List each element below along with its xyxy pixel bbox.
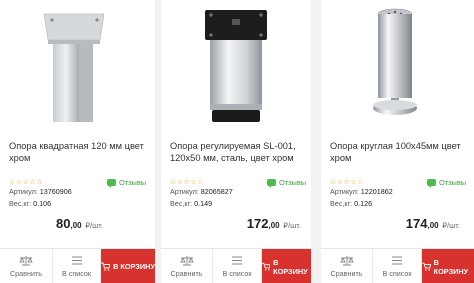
compare-label: Сравнить — [9, 269, 43, 278]
cart-icon — [262, 262, 271, 271]
compare-label: Сравнить — [170, 269, 203, 278]
article-row: Артикул: 12201862 — [330, 187, 393, 196]
weight-label: Вес,кг: — [330, 199, 353, 208]
chat-icon — [267, 179, 276, 188]
price-unit: ₽/шт. — [283, 221, 301, 230]
cart-label: В КОРЗИНУ — [273, 257, 308, 276]
price-cents: ,00 — [427, 221, 439, 230]
add-to-cart-button[interactable]: В КОРЗИНУ — [101, 249, 155, 283]
article-value: 12201862 — [360, 187, 393, 196]
chat-icon — [107, 179, 116, 188]
article-value: 82065827 — [200, 187, 233, 196]
article-label: Артикул: — [170, 187, 199, 196]
weight-label: Вес,кг: — [170, 199, 193, 208]
product-card: Опора регулируемая SL-001, 120х50 мм, ст… — [161, 0, 311, 283]
reviews-label: Отзывы — [119, 178, 147, 187]
weight-row: Вес,кг: 0.149 — [170, 199, 212, 208]
action-bar: Сравнить В список В КОРЗИНУ — [161, 248, 311, 283]
price: 174,00 ₽/шт. — [406, 216, 460, 231]
price-cents: ,00 — [70, 221, 82, 230]
compare-button[interactable]: Сравнить — [161, 249, 213, 283]
price: 172,00 ₽/шт. — [247, 216, 301, 231]
product-card: Опора квадратная 120 мм цвет хром ☆☆☆☆☆ … — [0, 0, 155, 283]
weight-row: Вес,кг: 0.106 — [9, 199, 51, 208]
reviews-link[interactable]: Отзывы — [107, 178, 147, 188]
cart-icon — [101, 262, 111, 271]
add-to-cart-button[interactable]: В КОРЗИНУ — [262, 249, 311, 283]
article-row: Артикул: 82065827 — [170, 187, 233, 196]
weight-value: 0.106 — [33, 199, 52, 208]
action-bar: Сравнить В список В КОРЗИНУ — [321, 248, 474, 283]
product-title[interactable]: Опора регулируемая SL-001, 120х50 мм, ст… — [170, 140, 310, 164]
weight-value: 0.126 — [354, 199, 373, 208]
article-value: 13760906 — [39, 187, 72, 196]
compare-label: Сравнить — [330, 269, 363, 278]
square-leg-image — [43, 13, 105, 122]
action-bar: Сравнить В список В КОРЗИНУ — [0, 248, 155, 283]
add-to-list-button[interactable]: В список — [373, 249, 422, 283]
weight-row: Вес,кг: 0.126 — [330, 199, 372, 208]
add-to-list-button[interactable]: В список — [53, 249, 101, 283]
price-unit: ₽/шт. — [85, 221, 103, 230]
add-to-cart-button[interactable]: В КОРЗИНУ — [422, 249, 474, 283]
rating-stars: ☆☆☆☆☆ — [9, 179, 43, 186]
product-title[interactable]: Опора квадратная 120 мм цвет хром — [9, 140, 149, 164]
product-title[interactable]: Опора круглая 100х45мм цвет хром — [330, 140, 470, 164]
rating-stars: ☆☆☆☆☆ — [170, 179, 204, 186]
cart-label: В КОРЗИНУ — [113, 262, 155, 271]
price-unit: ₽/шт. — [442, 221, 460, 230]
list-icon — [392, 256, 402, 265]
cylinder-leg-image — [205, 10, 267, 122]
product-image[interactable] — [0, 0, 155, 128]
reviews-label: Отзывы — [279, 178, 307, 187]
list-icon — [71, 256, 82, 265]
compare-button[interactable]: Сравнить — [0, 249, 53, 283]
round-leg-image — [373, 8, 417, 115]
scales-icon — [339, 256, 354, 266]
weight-label: Вес,кг: — [9, 199, 32, 208]
list-icon — [232, 256, 242, 265]
compare-button[interactable]: Сравнить — [321, 249, 373, 283]
chat-icon — [427, 179, 436, 188]
price: 80,00 ₽/шт. — [56, 216, 103, 231]
article-label: Артикул: — [330, 187, 359, 196]
scales-icon — [19, 256, 33, 266]
product-card: Опора круглая 100х45мм цвет хром ☆☆☆☆☆ О… — [321, 0, 474, 283]
price-cents: ,00 — [268, 221, 280, 230]
price-main: 174 — [405, 216, 428, 231]
cart-label: В КОРЗИНУ — [433, 257, 469, 276]
product-image[interactable] — [161, 0, 311, 128]
list-label: В список — [61, 269, 92, 278]
reviews-link[interactable]: Отзывы — [267, 178, 307, 188]
list-label: В список — [222, 269, 252, 278]
reviews-link[interactable]: Отзывы — [427, 178, 467, 188]
add-to-list-button[interactable]: В список — [213, 249, 262, 283]
reviews-label: Отзывы — [439, 178, 467, 187]
weight-value: 0.149 — [194, 199, 213, 208]
price-main: 172 — [246, 216, 269, 231]
cart-icon — [422, 262, 431, 271]
price-main: 80 — [56, 216, 71, 231]
product-image[interactable] — [321, 0, 474, 128]
article-label: Артикул: — [9, 187, 38, 196]
article-row: Артикул: 13760906 — [9, 187, 72, 196]
product-grid: Опора квадратная 120 мм цвет хром ☆☆☆☆☆ … — [0, 0, 474, 283]
list-label: В список — [382, 269, 412, 278]
scales-icon — [179, 256, 194, 266]
rating-stars: ☆☆☆☆☆ — [330, 179, 364, 186]
